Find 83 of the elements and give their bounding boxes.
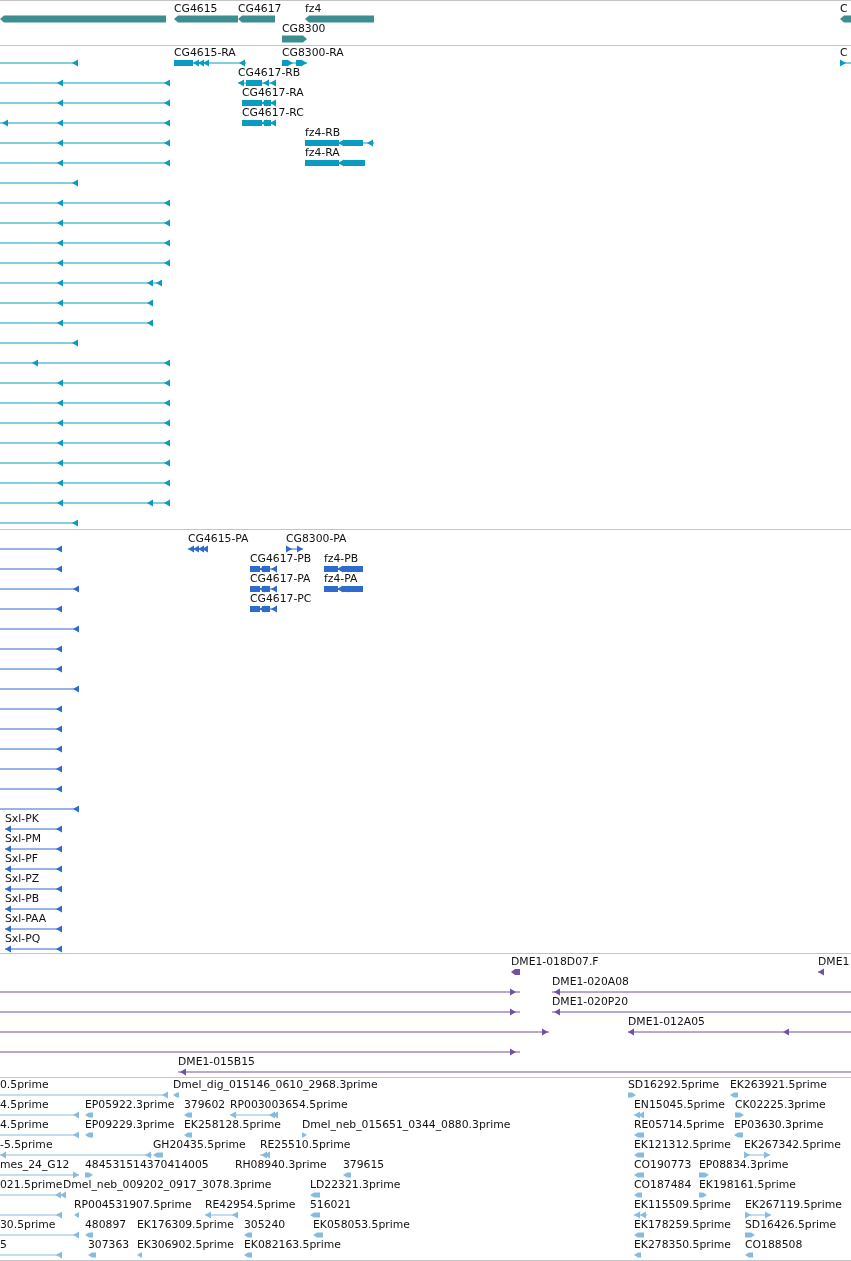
feature-label: Dmel_neb_009202_0917_3078.3prime <box>63 1178 272 1191</box>
feature-label: CG8300-PA <box>286 532 347 545</box>
feature-label: 480897 <box>85 1218 127 1231</box>
feature-label: RE42954.5prime <box>205 1198 296 1211</box>
feature-label: C <box>840 46 848 59</box>
feature-label: 305240 <box>244 1218 286 1231</box>
feature-label: EK258128.5prime <box>184 1118 281 1131</box>
feature-label: EP09229.3prime <box>85 1118 175 1131</box>
feature-label: CG4617-PC <box>250 592 312 605</box>
feature-label: CO187484 <box>634 1178 692 1191</box>
feature-label: EK058053.5prime <box>313 1218 410 1231</box>
feature-label: fz4-RA <box>305 146 340 159</box>
feature-label: Dmel_neb_015651_0344_0880.3prime <box>302 1118 511 1131</box>
feature-label: EK121312.5prime <box>634 1138 731 1151</box>
feature-label: EK267342.5prime <box>744 1138 841 1151</box>
feature-label: Sxl-PK <box>5 812 39 825</box>
feature-label: EK263921.5prime <box>730 1078 827 1091</box>
feature-label: EP05922.3prime <box>85 1098 175 1111</box>
feature-label: CG4617-PA <box>250 572 311 585</box>
feature-label: Sxl-PF <box>5 852 38 865</box>
feature-label: EK198161.5prime <box>699 1178 796 1191</box>
feature-label: CG4615-RA <box>174 46 236 59</box>
feature-label: fz4-PB <box>324 552 359 565</box>
feature-label: CG4617-PB <box>250 552 312 565</box>
feature-label: CK02225.3prime <box>735 1098 826 1111</box>
feature-label: EK306902.5prime <box>137 1238 234 1251</box>
feature-label: RP003003654.5prime <box>230 1098 348 1111</box>
feature-label: CG4615 <box>174 2 218 15</box>
feature-label: EP08834.3prime <box>699 1158 789 1171</box>
feature-label: LD22321.3prime <box>310 1178 401 1191</box>
feature-label: RP004531907.5prime <box>74 1198 192 1211</box>
feature-label: 021.5prime <box>0 1178 63 1191</box>
feature-label: fz4 <box>305 2 322 15</box>
feature-label: CG8300 <box>282 22 326 35</box>
feature-label: EK082163.5prime <box>244 1238 341 1251</box>
feature-label: CG8300-RA <box>282 46 344 59</box>
feature-label: CG4617-RC <box>242 106 304 119</box>
feature-label: Sxl-PQ <box>5 932 41 945</box>
feature-label: EP03630.3prime <box>734 1118 824 1131</box>
feature-label: 379602 <box>184 1098 226 1111</box>
feature-label: DME1-015B15 <box>178 1055 255 1068</box>
feature-label: CO190773 <box>634 1158 692 1171</box>
feature-label: CO188508 <box>745 1238 803 1251</box>
feature-label: DME1-020P20 <box>552 995 629 1008</box>
feature-label: 5 <box>0 1238 7 1251</box>
feature-label: fz4-PA <box>324 572 358 585</box>
feature-label: Sxl-PZ <box>5 872 40 885</box>
feature-label: EK278350.5prime <box>634 1238 731 1251</box>
feature-label: C <box>840 2 848 15</box>
feature-label: -5.5prime <box>0 1138 53 1151</box>
feature-label: RH08940.3prime <box>235 1158 327 1171</box>
feature-label: GH20435.5prime <box>153 1138 246 1151</box>
feature-label: CG4615-PA <box>188 532 249 545</box>
feature-label: Sxl-PM <box>5 832 41 845</box>
feature-label: 516021 <box>310 1198 352 1211</box>
feature-label: EK115509.5prime <box>634 1198 731 1211</box>
feature-label: EK176309.5prime <box>137 1218 234 1231</box>
feature-label: EN15045.5prime <box>634 1098 725 1111</box>
feature-label: CG4617 <box>238 2 282 15</box>
feature-label: 4.5prime <box>0 1098 49 1111</box>
feature-label: fz4-RB <box>305 126 341 139</box>
feature-label: 379615 <box>343 1158 385 1171</box>
feature-label: RE05714.5prime <box>634 1118 725 1131</box>
feature-label: 307363 <box>88 1238 130 1251</box>
feature-label: 0.5prime <box>0 1078 49 1091</box>
feature-label: 30.5prime <box>0 1218 56 1231</box>
feature-label: SD16426.5prime <box>745 1218 837 1231</box>
feature-label: DME1-012A05 <box>628 1015 705 1028</box>
feature-label: RE25510.5prime <box>260 1138 351 1151</box>
feature-label: 484531514370414005 <box>85 1158 209 1171</box>
feature-label: 4.5prime <box>0 1118 49 1131</box>
feature-label: EK267119.5prime <box>745 1198 842 1211</box>
feature-label: EK178259.5prime <box>634 1218 731 1231</box>
feature-label: Dmel_dig_015146_0610_2968.3prime <box>173 1078 378 1091</box>
feature-label: mes_24_G12 <box>0 1158 70 1171</box>
feature-label: Sxl-PB <box>5 892 40 905</box>
feature-label: CG4617-RB <box>238 66 301 79</box>
feature-label: DME1-018D07.F <box>511 955 599 968</box>
feature-label: SD16292.5prime <box>628 1078 720 1091</box>
feature-label: DME1 <box>818 955 850 968</box>
feature-label: CG4617-RA <box>242 86 304 99</box>
feature-label: DME1-020A08 <box>552 975 629 988</box>
feature-label: Sxl-PAA <box>5 912 47 925</box>
